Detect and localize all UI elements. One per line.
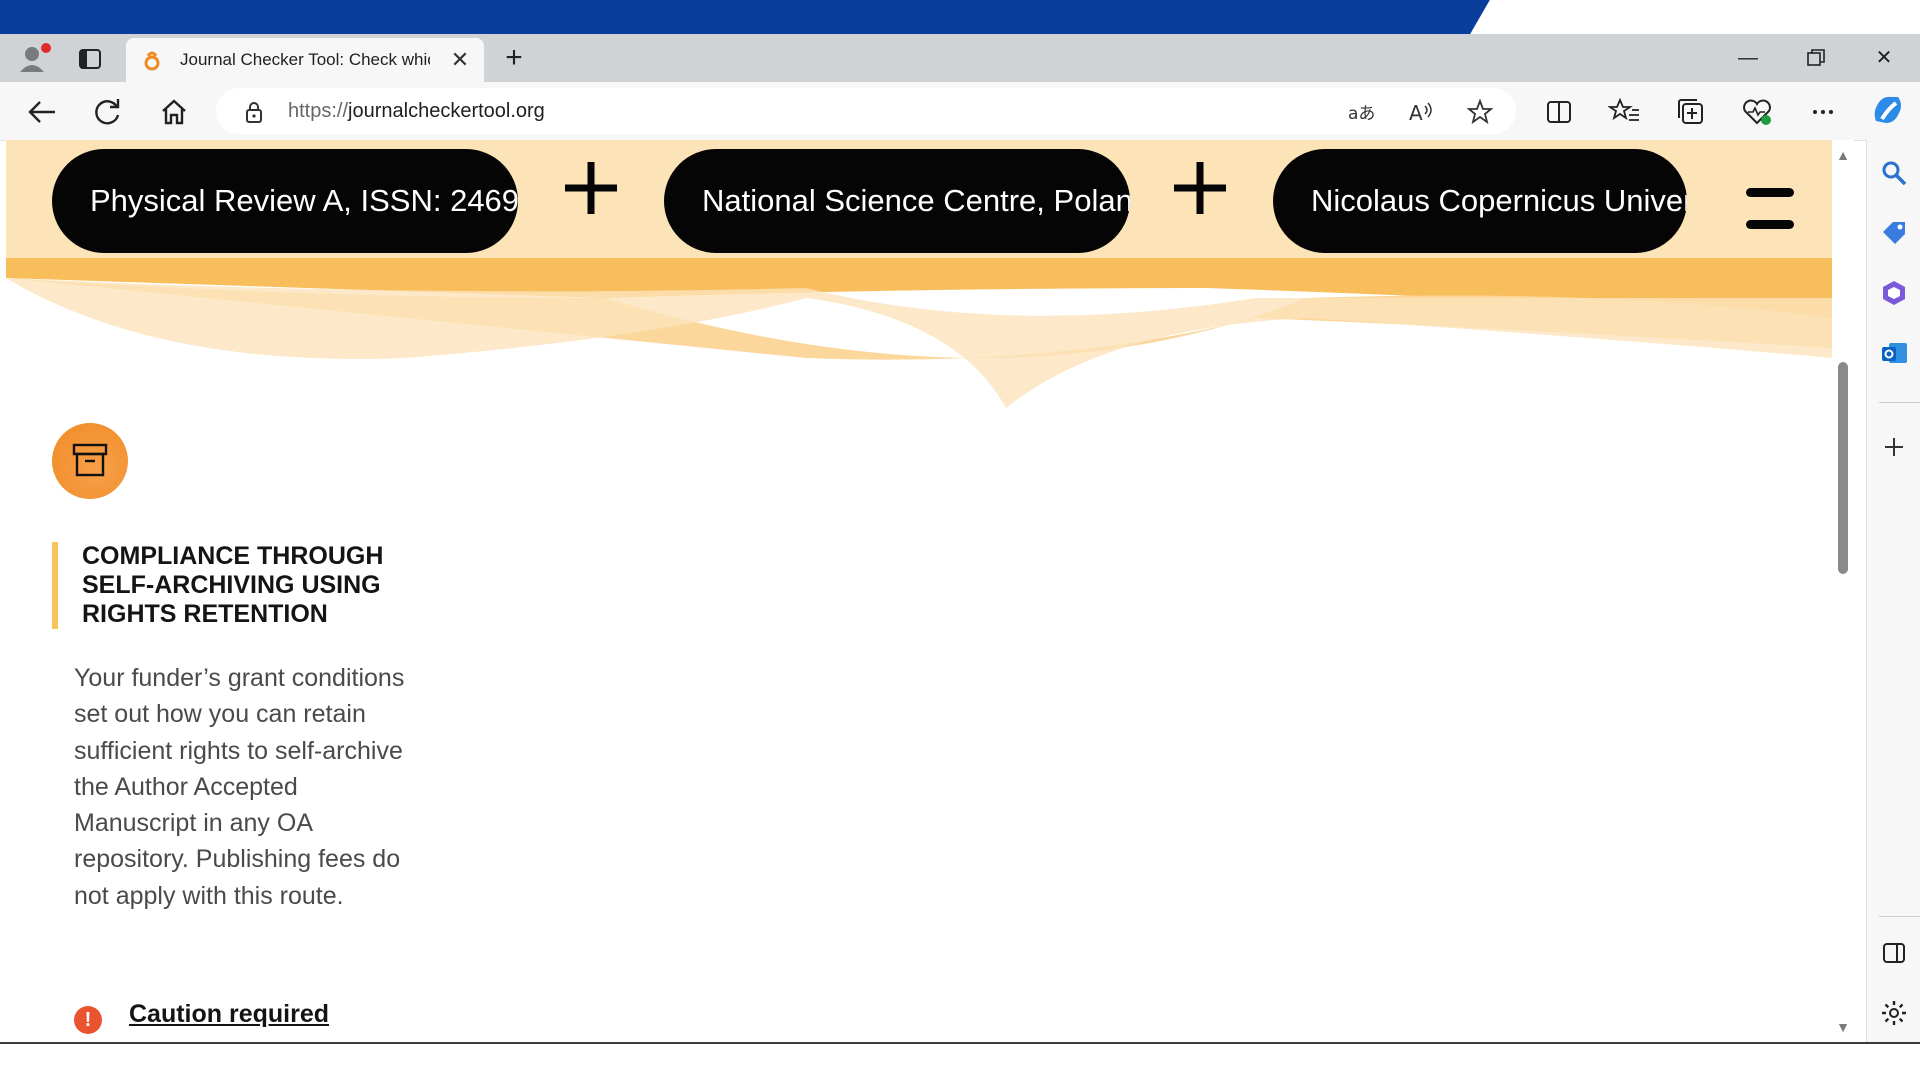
edge-sidebar — [1866, 140, 1920, 1045]
caution-label[interactable]: Caution required — [129, 1000, 329, 1029]
browser-toolbar: https://journalcheckertool.org aあ A — [0, 82, 1920, 141]
profile-button[interactable] — [14, 40, 54, 76]
desktop-background — [0, 0, 1920, 34]
lock-icon[interactable] — [240, 98, 268, 126]
scroll-up-icon[interactable]: ▲ — [1836, 148, 1850, 162]
shopping-tag-icon[interactable] — [1879, 218, 1909, 248]
read-aloud-icon[interactable]: A — [1406, 98, 1434, 126]
section-title: COMPLIANCE THROUGH SELF-ARCHIVING USING … — [52, 542, 422, 629]
more-menu-icon[interactable] — [1806, 95, 1840, 129]
archive-icon — [52, 423, 128, 499]
taskbar-edge — [0, 1042, 1920, 1082]
section-title-line: RIGHTS RETENTION — [82, 600, 328, 628]
svg-text:A: A — [1409, 101, 1423, 125]
copilot-icon[interactable] — [1868, 91, 1908, 131]
url-text: https://journalcheckertool.org — [288, 100, 545, 122]
favorite-star-icon[interactable] — [1466, 98, 1494, 126]
tab-bar: Journal Checker Tool: Check which ✕ + — … — [0, 34, 1920, 82]
split-screen-icon[interactable] — [1542, 95, 1576, 129]
institution-selection-pill[interactable]: Nicolaus Copernicus University — [1273, 149, 1687, 253]
tab-close-icon[interactable]: ✕ — [446, 46, 474, 74]
add-sidebar-app-icon[interactable] — [1879, 432, 1909, 462]
scroll-down-icon[interactable]: ▼ — [1836, 1020, 1850, 1034]
minimize-button[interactable]: — — [1714, 34, 1782, 82]
plus-icon — [565, 162, 617, 214]
microsoft-365-icon[interactable] — [1879, 278, 1909, 308]
funder-selection-label: National Science Centre, Poland — [702, 183, 1130, 218]
funder-selection-pill[interactable]: National Science Centre, Poland — [664, 149, 1130, 253]
restore-button[interactable] — [1782, 34, 1850, 82]
svg-text:aあ: aあ — [1348, 104, 1374, 124]
journal-selection-pill[interactable]: Physical Review A, ISSN: 2469-9926 — [52, 149, 518, 253]
sidebar-divider — [1879, 916, 1920, 917]
caution-icon: ! — [74, 1006, 102, 1034]
menu-hamburger-icon[interactable] — [1746, 188, 1796, 232]
tab-title: Journal Checker Tool: Check which — [180, 50, 430, 69]
restore-icon — [1807, 49, 1825, 66]
outlook-icon[interactable] — [1879, 338, 1909, 368]
vertical-tabs-icon — [79, 49, 101, 69]
search-icon[interactable] — [1879, 158, 1909, 188]
browser-essentials-icon[interactable] — [1740, 95, 1774, 129]
back-arrow-icon[interactable] — [25, 95, 59, 129]
tab-actions-button[interactable] — [74, 44, 104, 74]
new-tab-button[interactable]: + — [494, 38, 534, 78]
favorites-icon[interactable] — [1608, 95, 1642, 129]
plus-icon — [1174, 162, 1226, 214]
desktop-wallpaper — [0, 0, 1440, 34]
profile-icon — [20, 43, 51, 72]
institution-selection-label: Nicolaus Copernicus University — [1311, 183, 1687, 218]
active-tab[interactable]: Journal Checker Tool: Check which ✕ — [126, 38, 484, 82]
journal-selection-label: Physical Review A, ISSN: 2469-9926 — [90, 183, 518, 218]
settings-gear-icon[interactable] — [1879, 998, 1909, 1028]
close-window-button[interactable]: ✕ — [1850, 34, 1918, 82]
collections-icon[interactable] — [1674, 95, 1708, 129]
header-wave-decoration — [6, 258, 1832, 408]
section-title-line: SELF-ARCHIVING USING — [82, 571, 381, 599]
page-content: Physical Review A, ISSN: 2469-9926 Natio… — [6, 140, 1832, 1042]
section-description: Your funder’s grant conditions set out h… — [74, 664, 405, 910]
translate-icon[interactable]: aあ — [1346, 98, 1374, 126]
refresh-icon[interactable] — [91, 95, 125, 129]
page-scrollbar[interactable]: ▲ ▼ — [1832, 140, 1854, 1042]
hide-sidebar-icon[interactable] — [1879, 938, 1909, 968]
site-favicon-icon — [144, 51, 160, 71]
sidebar-divider — [1879, 402, 1920, 403]
address-bar[interactable]: https://journalcheckertool.org aあ A — [216, 88, 1516, 134]
section-title-line: COMPLIANCE THROUGH — [82, 542, 384, 570]
scrollbar-thumb[interactable] — [1838, 362, 1848, 574]
home-icon[interactable] — [157, 95, 191, 129]
